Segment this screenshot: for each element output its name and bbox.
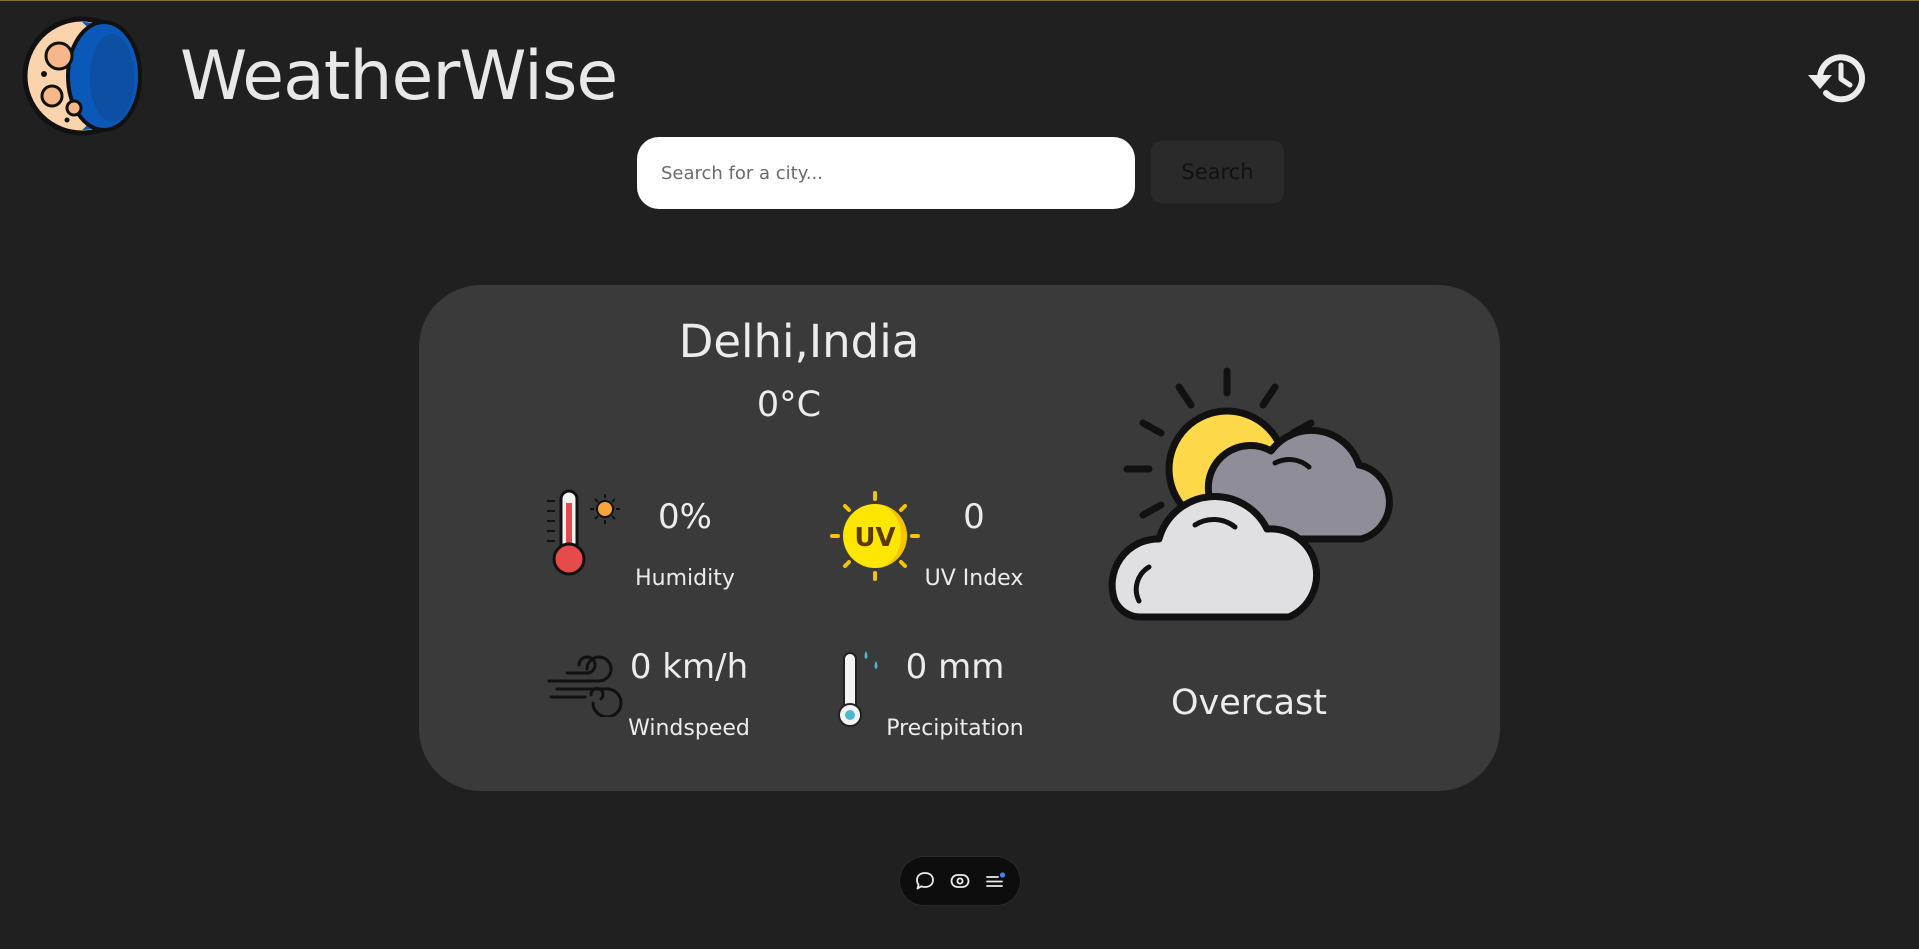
thermometer-sun-icon xyxy=(547,489,620,576)
humidity-value: 0% xyxy=(658,497,712,537)
partly-cloudy-icon xyxy=(1108,367,1393,621)
search-input[interactable] xyxy=(637,137,1135,209)
eye-icon[interactable] xyxy=(949,870,971,892)
windspeed-label: Windspeed xyxy=(628,716,750,741)
uv-sun-icon: UV xyxy=(830,491,920,581)
app-title: WeatherWise xyxy=(180,37,618,116)
wind-icon xyxy=(547,655,623,717)
location-name: Delhi,India xyxy=(678,315,920,368)
precipitation-value: 0 mm xyxy=(905,647,1005,687)
chat-bubble-icon[interactable] xyxy=(914,870,936,892)
temperature: 0°C xyxy=(756,385,822,425)
humidity-label: Humidity xyxy=(635,566,735,591)
uv-index-value: 0 xyxy=(963,497,985,537)
history-button[interactable] xyxy=(1806,45,1872,111)
uv-index-label: UV Index xyxy=(924,566,1024,591)
windspeed-value: 0 km/h xyxy=(629,647,749,687)
svg-text:UV: UV xyxy=(854,523,895,553)
moon-logo-icon xyxy=(22,16,142,136)
floating-toolbar xyxy=(900,857,1020,905)
search-button[interactable]: Search xyxy=(1151,141,1284,203)
weather-card: Delhi,India 0°C 0% Humidity UV 0 UV Inde… xyxy=(419,285,1500,791)
weather-condition: Overcast xyxy=(1170,683,1328,723)
list-icon[interactable] xyxy=(984,870,1006,892)
precipitation-label: Precipitation xyxy=(886,716,1024,741)
history-icon xyxy=(1808,54,1865,103)
